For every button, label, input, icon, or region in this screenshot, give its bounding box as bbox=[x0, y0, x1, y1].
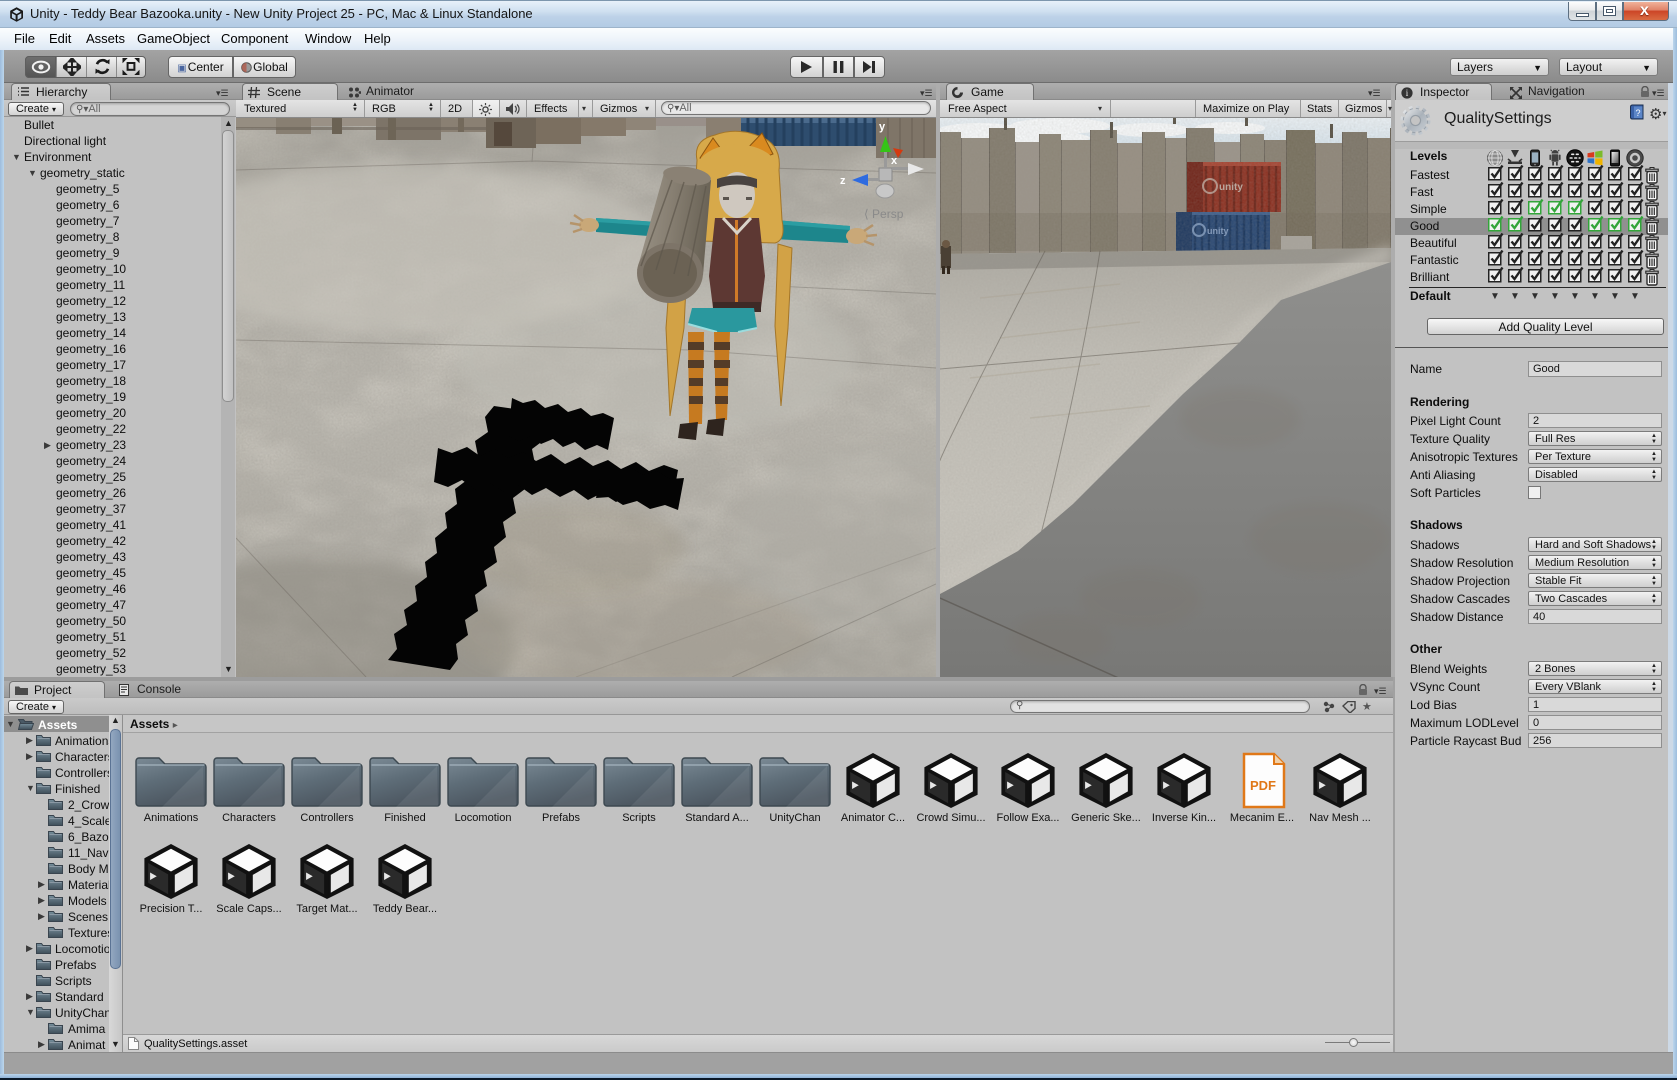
svg-text:?: ? bbox=[1635, 108, 1640, 118]
svg-text:PDF: PDF bbox=[1250, 778, 1276, 793]
svg-text:x: x bbox=[891, 155, 898, 167]
svg-text:⟨ Persp: ⟨ Persp bbox=[864, 207, 904, 221]
svg-text:z: z bbox=[840, 175, 846, 187]
svg-text:y: y bbox=[879, 121, 886, 133]
